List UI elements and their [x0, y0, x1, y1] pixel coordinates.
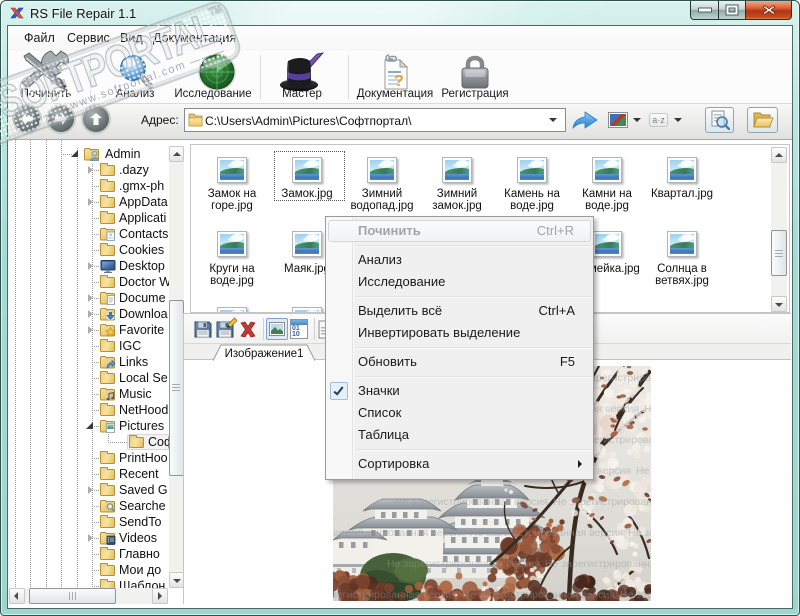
svg-text:?: ?	[394, 73, 404, 90]
